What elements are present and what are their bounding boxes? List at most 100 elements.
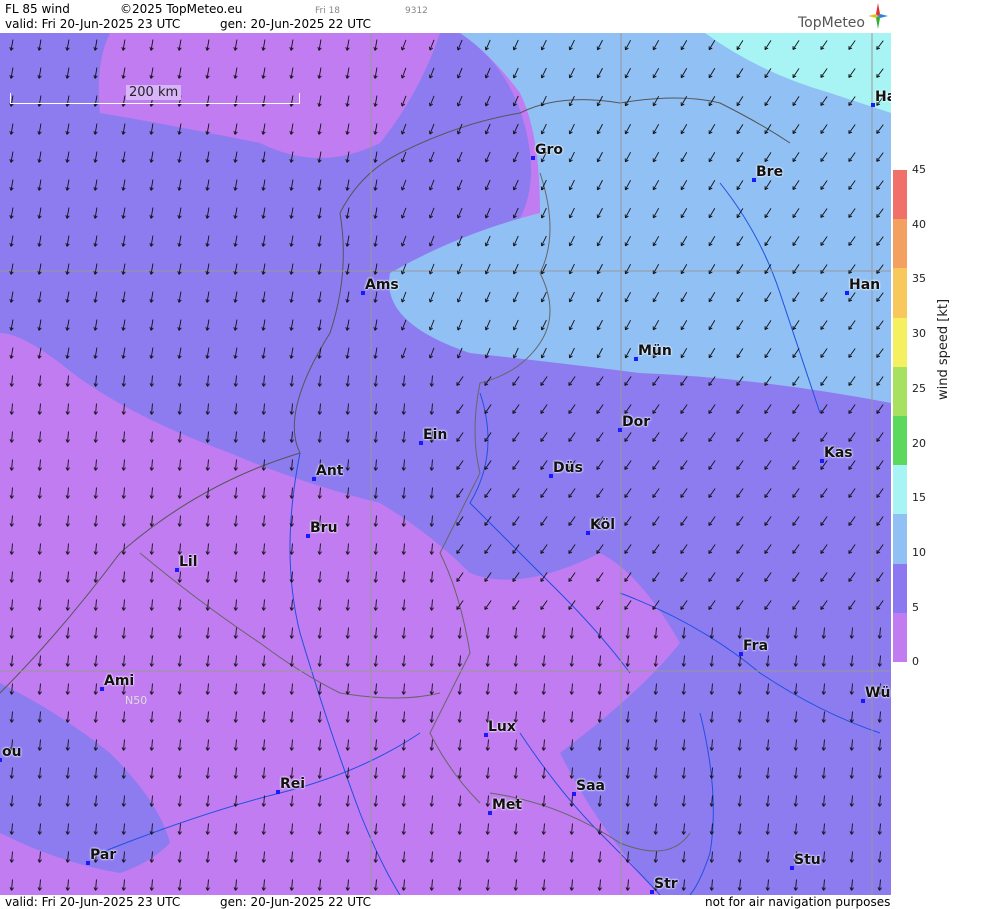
wind-field [0,33,891,895]
city-label: Ams [365,277,399,293]
legend-tick: 20 [912,436,926,450]
legend-tick: 10 [912,545,926,559]
city-label: Köl [590,517,616,533]
wind-arrow-head [456,74,459,79]
wind-arrow-head [428,102,431,107]
topmeteo-logo: TopMeteo [798,15,865,31]
wind-arrow-head [428,74,431,79]
wind-arrow-head [400,158,403,163]
legend-swatch [893,563,907,614]
day-label: Fri 18 [315,6,341,16]
city-label: Mün [638,343,672,359]
legend-swatch [893,170,907,220]
city-label: Han [849,277,881,293]
wind-arrow-head [456,270,459,275]
city-label: Bre [756,164,784,180]
wind-arrow-head [428,130,431,135]
wind-arrow-head [428,186,431,191]
wind-arrow-head [9,354,12,359]
wind-arrow-head [400,74,403,79]
latitude-label: N50 [125,694,148,707]
city-label: Lil [179,554,198,570]
legend-title: wind speed [kt] [936,298,951,400]
legend-tick: 30 [912,327,926,341]
city-label: Ha [875,89,891,105]
wind-map[interactable]: 200 km N50 Ha Gro Bre Ams Han Mün Dor Ein Kas Ant… [0,33,891,895]
city-label: Fra [743,638,769,654]
legend-swatch [893,219,907,269]
wind-arrow-head [456,46,459,51]
city-label: Met [492,797,523,813]
footer-valid-time: valid: Fri 20-Jun-2025 23 UTC [5,895,181,909]
wind-arrow-head [456,298,459,303]
scale-label: 200 km [126,85,182,100]
wind-arrow-head [456,158,459,163]
wind-arrow-head [428,326,431,331]
wind-arrow-head [428,214,431,219]
wind-arrow-head [456,214,459,219]
wind-arrow-head [456,242,459,247]
river [99,732,421,854]
legend-tick: 45 [912,163,926,176]
coastline [0,452,301,694]
wind-arrow-head [400,102,403,107]
city-label: Dor [622,414,651,430]
compass-star-icon [868,3,888,29]
city-label: ou [2,744,22,760]
city-label: Kas [824,445,853,461]
wind-arrow-head [400,326,403,331]
city-label: Ein [423,427,448,443]
legend-tick: 5 [912,600,919,614]
legend-swatch [893,514,907,565]
city-label: Ant [316,463,344,479]
legend-tick: 40 [912,217,926,231]
wind-arrow-head [428,354,431,359]
wind-arrow-head [400,354,403,359]
city-label: Gro [535,142,564,158]
legend-swatch [893,317,907,368]
legend-swatch [893,416,907,466]
legend-swatch [893,366,907,417]
zone-5-10kt-southwest [0,683,170,873]
wind-arrow-head [428,242,431,247]
legend-swatch [893,465,907,515]
city-label: Lux [488,719,516,735]
wind-arrow-head [456,130,459,135]
wind-arrow-head [400,46,403,51]
wind-arrow-head [428,298,431,303]
legend-swatch [893,612,907,663]
city-label: Wü [865,685,891,701]
wind-arrow-head [428,158,431,163]
city-label: Saa [576,778,605,794]
legend-tick: 35 [912,272,926,286]
city-label: Str [654,876,678,892]
product-title: FL 85 wind [5,2,70,16]
generated-time: gen: 20-Jun-2025 22 UTC [220,17,372,31]
wind-arrow-head [400,186,403,191]
wind-arrow-head [400,214,403,219]
wind-arrow-head [428,46,431,51]
city-label: Par [90,847,117,863]
copyright: ©2025 TopMeteo.eu [120,2,243,16]
legend-tick: 25 [912,381,926,395]
wind-arrow-head [400,270,403,275]
footer-generated-time: gen: 20-Jun-2025 22 UTC [220,895,372,909]
wind-arrow-head [456,186,459,191]
city-label: Ami [104,673,135,689]
wind-arrow-head [400,242,403,247]
wind-arrow-head [456,326,459,331]
border [139,552,441,699]
city-label: Rei [280,776,306,792]
wind-speed-legend [893,170,907,663]
legend-swatch [893,268,907,319]
city-label: Bru [310,520,338,536]
city-label: Stu [794,852,821,868]
legend-tick: 15 [912,491,926,505]
wind-arrow-head [400,298,403,303]
wind-arrow-head [456,354,459,359]
city-label: Düs [553,460,583,476]
wind-arrow-head [37,354,40,359]
legend-tick: 0 [912,655,919,669]
wind-arrow-head [456,102,459,107]
wind-arrow-head [428,270,431,275]
